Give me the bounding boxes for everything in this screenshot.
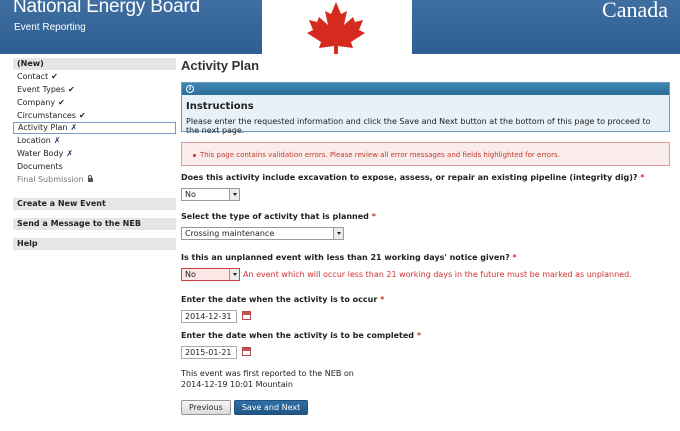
activity-type-select[interactable]: Crossing maintenance [181,227,344,240]
site-header: National Energy Board Event Reporting Ca… [0,0,680,54]
instructions-title: Instructions [186,101,254,112]
integrity-dig-select[interactable]: No [181,188,240,201]
reported-info: This event was first reported to the NEB… [181,369,354,389]
check-icon: ✔ [51,72,58,81]
check-icon: ✔ [58,98,65,107]
send-message-link[interactable]: Send a Message to the NEB [13,218,176,230]
q-unplanned-label: Is this an unplanned event with less tha… [181,253,517,262]
check-icon: ✔ [68,85,75,94]
page-title: Activity Plan [181,58,260,73]
info-icon: i [186,85,194,93]
form-buttons: Previous Save and Next [181,400,670,415]
start-date-input[interactable]: 2014-12-31 [181,310,237,323]
previous-button[interactable]: Previous [181,400,231,415]
sidebar-item-activity-plan[interactable]: Activity Plan ✗ [13,122,176,134]
sidebar-section-new: (New) [13,58,176,70]
validation-error-box: This page contains validation errors. Pl… [181,142,670,166]
instructions-panel: i Instructions Please enter the requeste… [181,82,670,135]
chevron-down-icon [229,269,239,280]
org-name[interactable]: National Energy Board [13,0,200,18]
app-subtitle: Event Reporting [14,22,86,33]
q-activity-type-label: Select the type of activity that is plan… [181,212,376,221]
save-and-next-button[interactable]: Save and Next [233,400,309,415]
lock-icon [87,175,93,182]
calendar-icon[interactable] [242,311,251,320]
instructions-bar: i [182,83,669,95]
cross-icon: ✗ [66,149,74,158]
sidebar-item-circumstances[interactable]: Circumstances ✔ [13,109,176,122]
sidebar-item-event-types[interactable]: Event Types ✔ [13,83,176,96]
q-start-date-label: Enter the date when the activity is to o… [181,295,385,304]
main-content: Activity Plan i Instructions Please ente… [181,58,670,415]
sidebar-item-final-submission: Final Submission [13,173,176,186]
instructions-text: Please enter the requested information a… [186,117,651,135]
unplanned-error-message: An event which will occur less than 21 w… [243,270,632,279]
bullet-icon [193,154,196,157]
cross-icon: ✗ [53,136,61,145]
cross-icon: ✗ [70,123,78,132]
validation-error-text: This page contains validation errors. Pl… [200,151,560,159]
canada-wordmark: Canada [602,0,668,22]
sidebar-item-contact[interactable]: Contact ✔ [13,70,176,83]
sidebar-item-company[interactable]: Company ✔ [13,96,176,109]
sidebar: (New) Contact ✔ Event Types ✔ Company ✔ Cir… [13,58,176,250]
chevron-down-icon [333,228,343,239]
chevron-down-icon [229,189,239,200]
create-new-event-link[interactable]: Create a New Event [13,198,176,210]
sidebar-item-water-body[interactable]: Water Body ✗ [13,147,176,160]
help-link[interactable]: Help [13,238,176,250]
sidebar-item-documents[interactable]: Documents [13,160,176,173]
maple-leaf-icon [307,2,365,54]
q-integrity-dig-label: Does this activity include excavation to… [181,173,645,182]
calendar-icon[interactable] [242,347,251,356]
check-icon: ✔ [78,111,86,120]
end-date-input[interactable]: 2015-01-21 [181,346,237,359]
unplanned-select[interactable]: No [181,268,240,281]
sidebar-item-location[interactable]: Location ✗ [13,134,176,147]
q-end-date-label: Enter the date when the activity is to b… [181,331,422,340]
